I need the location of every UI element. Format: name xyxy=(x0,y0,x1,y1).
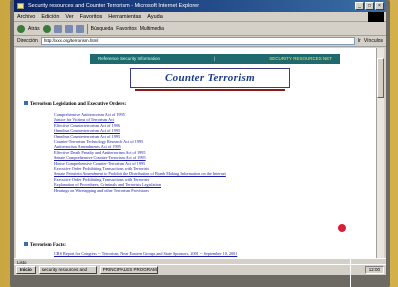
window-title: Security resources and Counter Terrorism… xyxy=(28,3,200,9)
start-button[interactable]: Inicio xyxy=(16,266,36,274)
menu-help[interactable]: Ayuda xyxy=(147,12,163,21)
toolbar: Atrás Búsqueda Favoritos Multimedia xyxy=(14,22,386,36)
address-label: Dirección xyxy=(17,38,38,44)
window-controls: _ □ × xyxy=(355,2,384,10)
section-heading-legislation: Terrorism Legislation and Executive Orde… xyxy=(24,101,126,107)
menu-bar: Archivo Edición Ver Favoritos Herramient… xyxy=(14,12,386,22)
search-button[interactable]: Búsqueda xyxy=(91,26,114,32)
site-banner: Reference Security Information | SECURIT… xyxy=(90,54,340,64)
menu-view[interactable]: Ver xyxy=(65,12,73,21)
forward-arrow-icon[interactable] xyxy=(42,24,51,33)
list-item-link[interactable]: Hearings on Wiretapping and other Terror… xyxy=(54,188,334,193)
links-button[interactable]: Vínculos xyxy=(364,38,383,44)
favorites-button[interactable]: Favoritos xyxy=(116,26,137,32)
menu-tools[interactable]: Herramientas xyxy=(108,12,141,21)
pointer-line xyxy=(350,245,351,287)
address-bar: Dirección http://xxx.org/terrorism.html … xyxy=(14,36,386,47)
banner-right-text[interactable]: SECURITY RESOURCES NET xyxy=(269,54,332,64)
taskbar-item-programs[interactable]: PRINCIPALES PROGRAMA xyxy=(99,266,158,274)
section-heading-text: Terrorism Facts: xyxy=(30,243,66,248)
taskbar: Inicio security resources and PRINCIPALE… xyxy=(14,264,386,275)
legislation-link-list: Comprehensive Antiterrorism Act of 1995 … xyxy=(54,112,334,193)
bullet-icon xyxy=(24,101,28,105)
scrollbar-thumb[interactable] xyxy=(377,58,384,98)
vertical-scrollbar[interactable] xyxy=(376,48,384,258)
close-button[interactable]: × xyxy=(375,2,384,10)
section-heading-facts: Terrorism Facts: xyxy=(24,242,66,248)
back-button-label[interactable]: Atrás xyxy=(28,26,40,32)
page-content: Reference Security Information | SECURIT… xyxy=(16,48,376,258)
refresh-icon[interactable] xyxy=(64,24,73,33)
banner-left-text[interactable]: Reference Security Information xyxy=(98,54,160,64)
multimedia-button[interactable]: Multimedia xyxy=(140,26,164,32)
windows-logo-icon xyxy=(368,12,384,22)
bullet-icon xyxy=(24,242,28,246)
menu-file[interactable]: Archivo xyxy=(17,12,35,21)
system-tray-clock: 12:00 xyxy=(364,266,384,274)
back-arrow-icon[interactable] xyxy=(17,24,25,33)
stop-icon[interactable] xyxy=(53,24,62,33)
pointer-dot-icon xyxy=(338,224,346,232)
ie-icon xyxy=(17,3,24,9)
maximize-button[interactable]: □ xyxy=(365,2,374,10)
home-icon[interactable] xyxy=(75,24,84,33)
title-underline xyxy=(135,89,285,91)
banner-separator: | xyxy=(214,56,216,61)
facts-link[interactable]: CRS Report for Congress -- Terrorism, Ne… xyxy=(54,251,237,256)
menu-favorites[interactable]: Favoritos xyxy=(80,12,103,21)
page-title: Counter Terrorism xyxy=(165,72,255,84)
go-button[interactable]: Ir xyxy=(358,38,361,44)
menu-edit[interactable]: Edición xyxy=(41,12,59,21)
page-title-box: Counter Terrorism xyxy=(130,68,290,88)
minimize-button[interactable]: _ xyxy=(355,2,364,10)
taskbar-item-browser[interactable]: security resources and xyxy=(38,266,97,274)
toolbar-separator xyxy=(86,23,88,34)
address-input[interactable]: http://xxx.org/terrorism.html xyxy=(40,37,355,45)
title-bar: Security resources and Counter Terrorism… xyxy=(14,0,386,12)
section-heading-text: Terrorism Legislation and Executive Orde… xyxy=(30,102,127,107)
